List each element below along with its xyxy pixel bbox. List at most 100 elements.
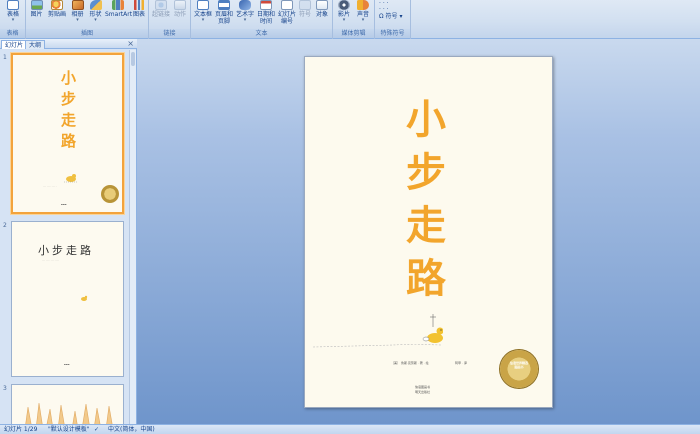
action-button[interactable]: 动作 [171,0,189,18]
thumbnail-scrollbar[interactable] [129,50,136,424]
slide-title-char-2: 步 [406,150,446,196]
close-icon[interactable]: × [127,39,134,49]
group-label-text: 文本 [191,29,332,38]
slide-thumbnail-2[interactable]: 小步走路 · · · · · · · · · · · · · · ▬▬▬ [11,221,124,377]
tab-outline[interactable]: 大纲 [25,40,46,49]
thumb1-duck-illustration [64,174,78,183]
thumb1-badge [101,185,119,203]
tab-slides[interactable]: 幻灯片 [1,40,28,49]
group-label-media: 媒体剪辑 [333,29,374,38]
ribbon-group-media: 影片 ▾ 声音 ▾ 媒体剪辑 [333,0,375,39]
hyperlink-button[interactable]: 超链接 [151,0,171,18]
wordart-button[interactable]: 艺术字 ▾ [235,0,255,23]
group-label-tables: 表格 [0,29,25,38]
status-bar: 幻灯片 1/29 "默认设计模板" ✓ 中文(简体，中国) [0,424,700,434]
album-icon [71,0,84,10]
table-icon [7,0,19,10]
smartart-button[interactable]: SmartArt [105,0,132,18]
language-indicator[interactable]: 中文(简体，中国) [108,425,155,434]
omega-symbol-button[interactable]: Ω 符号 ▾ [379,13,402,21]
symbol-button[interactable]: 符号 [297,0,313,18]
translator-line: 阿甲 · 译 [455,361,467,365]
thumb1-author-line: · · · · · · · · · · · [43,186,57,188]
author-line: ［美］ 鲁斯·克劳斯 · 著 · 绘 [391,361,429,365]
award-badge: 信谊世界精选图画书 [500,350,538,388]
movie-icon [338,0,350,10]
current-slide[interactable]: 小 步 走 路 ［美］ 鲁斯·克劳斯 · 著 · 绘 阿甲 · 译 信谊世界精选… [304,56,553,408]
thumb3-illustration [25,402,113,424]
thumb1-title-char-4: 路 [61,132,77,150]
thumb2-author-line: · · · · · · · · · · · · · · [42,260,60,262]
theme-name[interactable]: "默认设计模板" [48,425,90,434]
picture-icon [30,0,43,10]
movie-button[interactable]: 影片 ▾ [335,0,353,23]
chevron-down-icon: ▾ [76,17,79,23]
spellcheck-icon[interactable]: ✓ [94,425,99,434]
group-label-illustrations: 插图 [26,29,148,38]
chevron-down-icon: ▾ [361,17,365,23]
thumb1-title-char-1: 小 [61,69,77,87]
object-button[interactable]: 对象 [313,0,331,18]
clipart-button[interactable]: 剪贴画 [46,0,68,18]
clipart-icon [51,0,63,10]
picture-button[interactable]: 图片 [28,0,45,18]
thumb2-duck-illustration [81,295,88,301]
ribbon-group-special-symbols: · · · · · · Ω 符号 ▾ 特殊符号 [375,0,411,39]
textbox-icon [197,0,209,10]
slide-title-char-1: 小 [406,97,446,143]
group-label-links: 链接 [149,29,190,38]
slides-panel: 幻灯片 大纲 × 1 小 步 走 路 · · · · · · · · · · ·… [0,39,137,424]
slide-number-3: 3 [3,385,7,392]
header-footer-button[interactable]: 页眉和 页脚 [214,0,234,25]
publisher-line: 信谊图画书 [415,385,431,389]
slide-number-icon [281,0,293,10]
slide-number-button[interactable]: 幻灯片 编号 [277,0,297,25]
header-footer-icon [218,0,230,10]
chevron-down-icon: ▾ [201,17,205,23]
award-badge-text: 信谊世界精选图画书 [509,361,528,369]
sound-icon [357,0,369,10]
duck-illustration [313,314,443,348]
publisher-sub-line: 明天出版社 [415,390,431,394]
slide-editing-area[interactable]: 小 步 走 路 ［美］ 鲁斯·克劳斯 · 著 · 绘 阿甲 · 译 信谊世界精选… [137,39,700,424]
slide-thumbnails: 1 小 步 走 路 · · · · · · · · · · · ▬▬▬ 2 小步… [0,50,130,424]
chevron-down-icon: ▾ [243,17,247,23]
slide-number-1: 1 [3,54,7,61]
ribbon-group-links: 超链接 动作 链接 [149,0,191,39]
slide-thumbnail-1[interactable]: 小 步 走 路 · · · · · · · · · · · ▬▬▬ [11,53,124,214]
smartart-icon [111,0,124,10]
chart-button[interactable]: 图表 [131,0,147,18]
datetime-icon [260,0,272,10]
slide-number-2: 2 [3,222,7,229]
chevron-down-icon: ▾ [399,13,403,20]
datetime-button[interactable]: 日期和 时间 [256,0,276,25]
omega-icon: Ω [379,13,384,20]
symbol-icon [299,0,311,10]
ribbon-group-tables: 表格 ▾ 表格 [0,0,26,39]
group-label-special-symbols: 特殊符号 [375,29,410,38]
shapes-icon [89,0,102,10]
album-button[interactable]: 相册 ▾ [69,0,86,23]
thumb2-title: 小步走路 [38,244,94,257]
chevron-down-icon: ▾ [11,17,15,23]
action-icon [174,0,186,10]
chevron-down-icon: ▾ [342,17,346,23]
sound-button[interactable]: 声音 ▾ [354,0,372,23]
scrollbar-thumb[interactable] [131,52,135,66]
thumb2-publisher: ▬▬▬ [64,364,70,366]
thumb1-publisher: ▬▬▬ [61,204,67,206]
object-icon [316,0,328,10]
ribbon: 表格 ▾ 表格 图片 剪贴画 相册 ▾ 形状 ▾ SmartArt 图表 插图 … [0,0,700,39]
slide-title-char-3: 走 [406,203,446,249]
slide-counter: 幻灯片 1/29 [4,426,38,433]
slide-thumbnail-3[interactable] [11,384,124,424]
hyperlink-icon [155,0,167,10]
table-button[interactable]: 表格 ▾ [5,0,21,23]
shapes-button[interactable]: 形状 ▾ [87,0,104,23]
panel-tabs: 幻灯片 大纲 × [0,39,137,49]
chart-icon [133,0,145,10]
ribbon-group-text: 文本框 ▾ 页眉和 页脚 艺术字 ▾ 日期和 时间 幻灯片 编号 符号 对象 文… [191,0,333,39]
thumb1-title-char-2: 步 [61,90,77,108]
chevron-down-icon: ▾ [94,17,97,23]
textbox-button[interactable]: 文本框 ▾ [193,0,213,23]
